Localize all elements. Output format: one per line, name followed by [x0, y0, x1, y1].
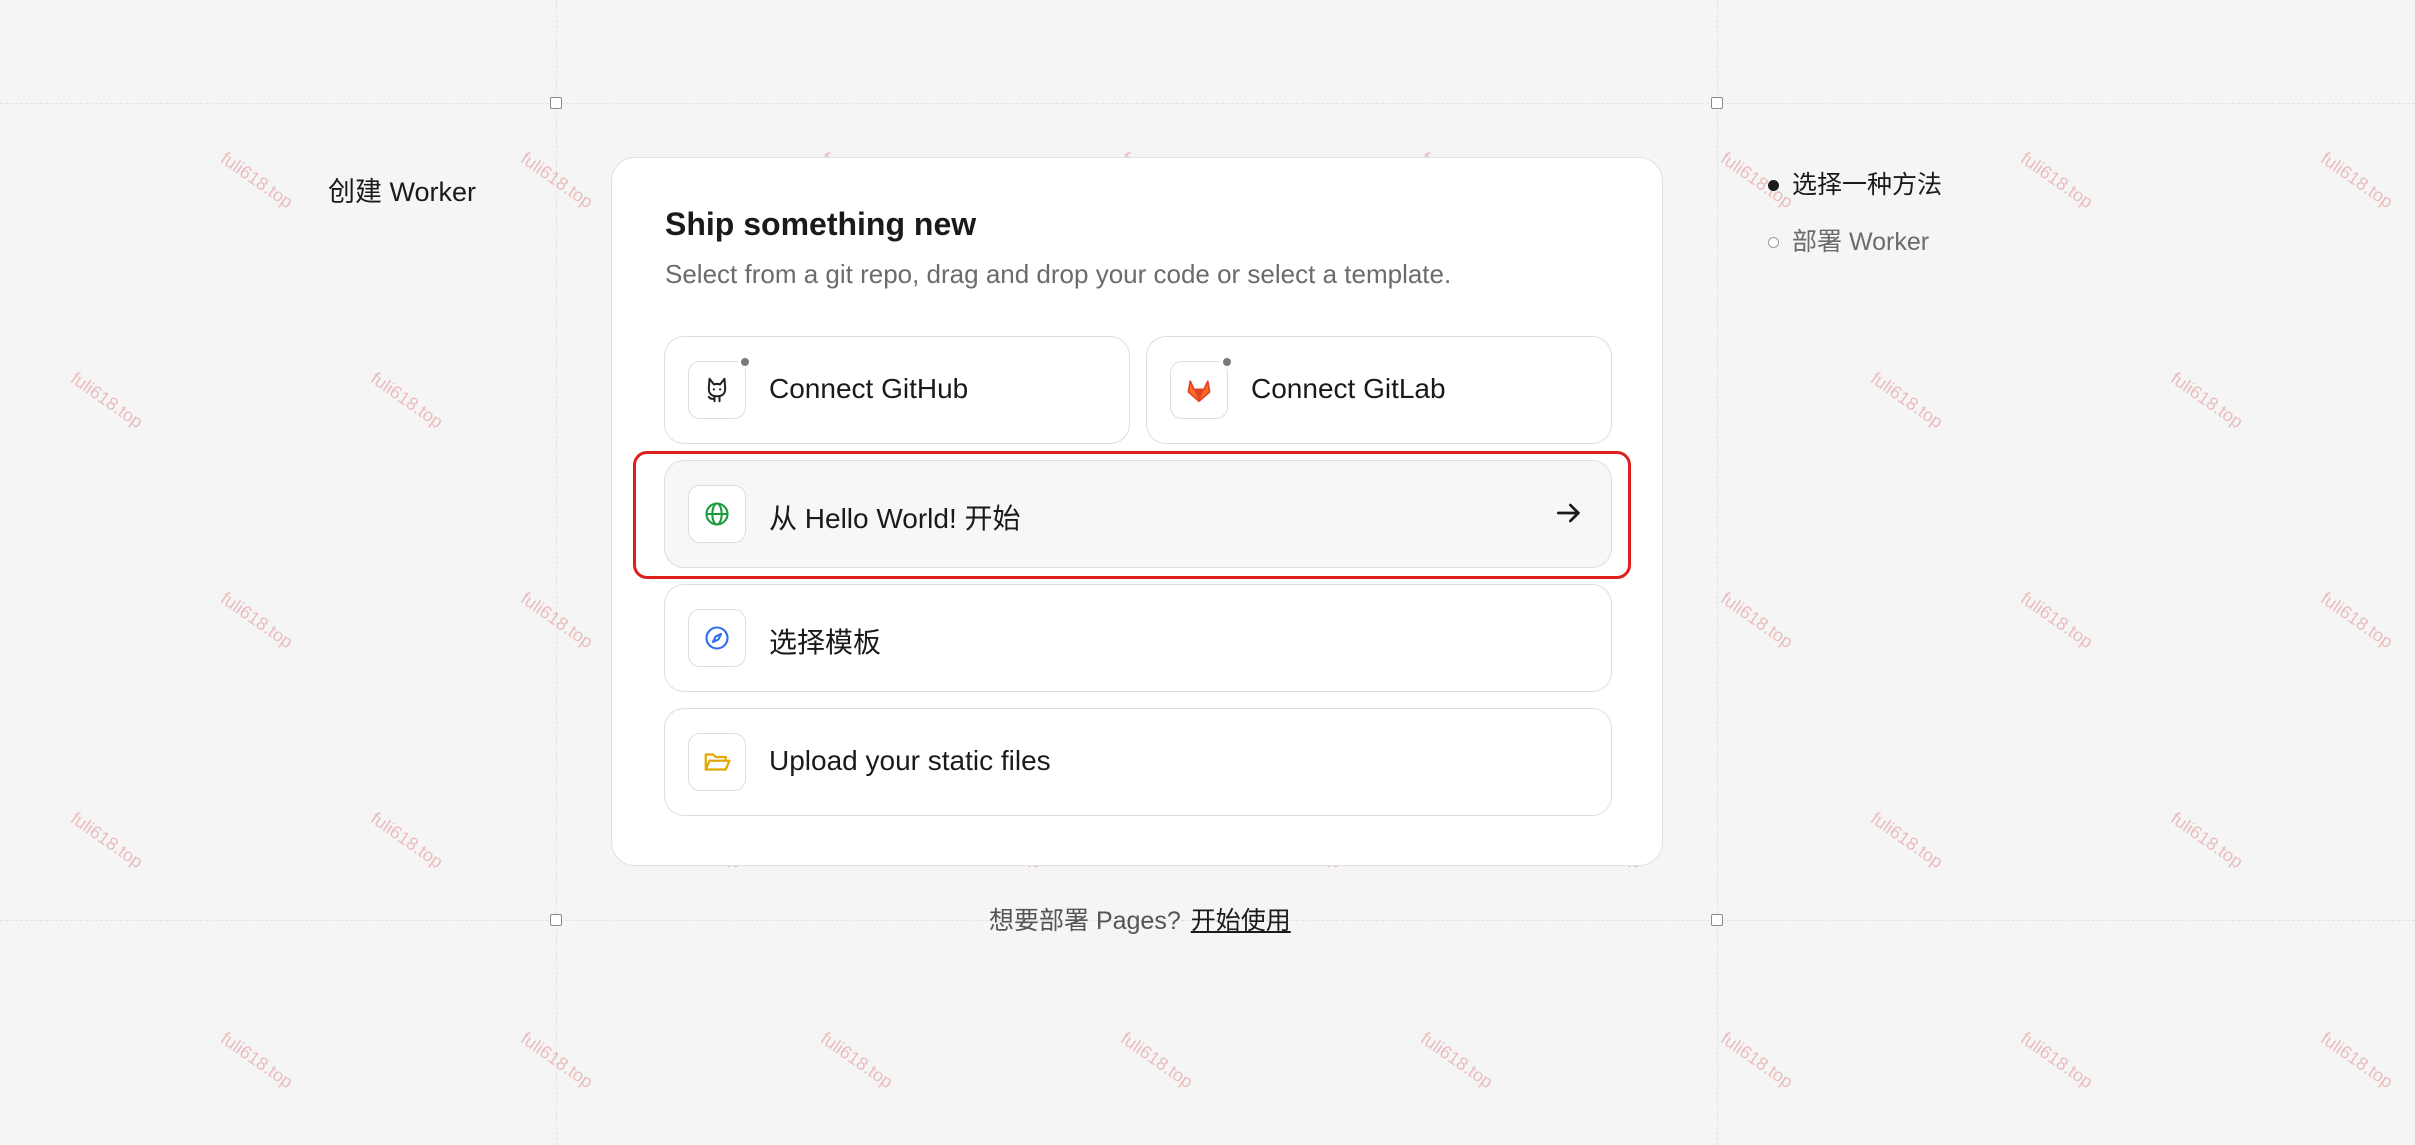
watermark-text: fuli618.top: [367, 368, 447, 433]
step-label: 部署 Worker: [1792, 228, 1930, 256]
step-bullet: [1768, 237, 1779, 248]
watermark-text: fuli618.top: [2317, 1028, 2397, 1093]
status-dot: [738, 355, 752, 369]
ship-card: Ship something new Select from a git rep…: [611, 157, 1663, 866]
option-label: Connect GitHub: [769, 373, 969, 404]
globe-icon: [688, 485, 746, 543]
step-bullet: [1768, 180, 1779, 191]
folder-open-icon: [688, 733, 746, 791]
watermark-text: fuli618.top: [1867, 368, 1947, 433]
card-subtitle: Select from a git repo, drag and drop yo…: [665, 259, 1452, 289]
hello-world-button[interactable]: 从 Hello World! 开始: [664, 460, 1612, 568]
watermark-text: fuli618.top: [2317, 588, 2397, 653]
watermark-text: fuli618.top: [67, 808, 147, 873]
watermark-text: fuli618.top: [1717, 1028, 1797, 1093]
arrow-right-icon: [1557, 503, 1580, 523]
pages-footer: 想要部署 Pages? 开始使用: [989, 901, 1291, 937]
page-title: 创建 Worker: [328, 177, 477, 207]
connect-gitlab-button[interactable]: Connect GitLab: [1146, 336, 1612, 444]
watermark-text: fuli618.top: [217, 148, 297, 213]
select-template-button[interactable]: 选择模板: [664, 584, 1612, 692]
watermark-text: fuli618.top: [2317, 148, 2397, 213]
corner-handle: [550, 914, 562, 926]
github-icon: [688, 355, 752, 419]
status-dot: [1220, 355, 1234, 369]
watermark-text: fuli618.top: [2017, 588, 2097, 653]
option-label: Upload your static files: [769, 745, 1051, 776]
progress-steps: 选择一种方法 部署 Worker: [1762, 170, 1942, 284]
step-deploy-worker: 部署 Worker: [1762, 227, 1942, 284]
watermark-text: fuli618.top: [217, 588, 297, 653]
footer-prompt: 想要部署 Pages?: [989, 907, 1181, 935]
guide-line: [1717, 0, 1718, 1145]
guide-line: [556, 0, 557, 1145]
watermark-text: fuli618.top: [1717, 588, 1797, 653]
option-label: 从 Hello World! 开始: [769, 503, 1021, 534]
watermark-text: fuli618.top: [217, 1028, 297, 1093]
watermark-text: fuli618.top: [2017, 1028, 2097, 1093]
watermark-text: fuli618.top: [2167, 808, 2247, 873]
watermark-text: fuli618.top: [2017, 148, 2097, 213]
option-label: Connect GitLab: [1251, 373, 1446, 404]
watermark-text: fuli618.top: [2167, 368, 2247, 433]
connect-github-button[interactable]: Connect GitHub: [664, 336, 1130, 444]
watermark-text: fuli618.top: [1117, 1028, 1197, 1093]
watermark-text: fuli618.top: [1417, 1028, 1497, 1093]
watermark-text: fuli618.top: [817, 1028, 897, 1093]
step-choose-method: 选择一种方法: [1762, 170, 1942, 227]
card-title: Ship something new: [665, 206, 977, 242]
watermark-text: fuli618.top: [367, 808, 447, 873]
corner-handle: [550, 97, 562, 109]
corner-handle: [1711, 97, 1723, 109]
get-started-link[interactable]: 开始使用: [1191, 907, 1291, 935]
watermark-text: fuli618.top: [1867, 808, 1947, 873]
gitlab-icon: [1170, 355, 1234, 419]
corner-handle: [1711, 914, 1723, 926]
guide-line: [0, 103, 2415, 104]
option-label: 选择模板: [769, 627, 882, 658]
step-label: 选择一种方法: [1792, 171, 1943, 199]
upload-static-files-button[interactable]: Upload your static files: [664, 708, 1612, 816]
watermark-text: fuli618.top: [67, 368, 147, 433]
compass-icon: [688, 609, 746, 667]
